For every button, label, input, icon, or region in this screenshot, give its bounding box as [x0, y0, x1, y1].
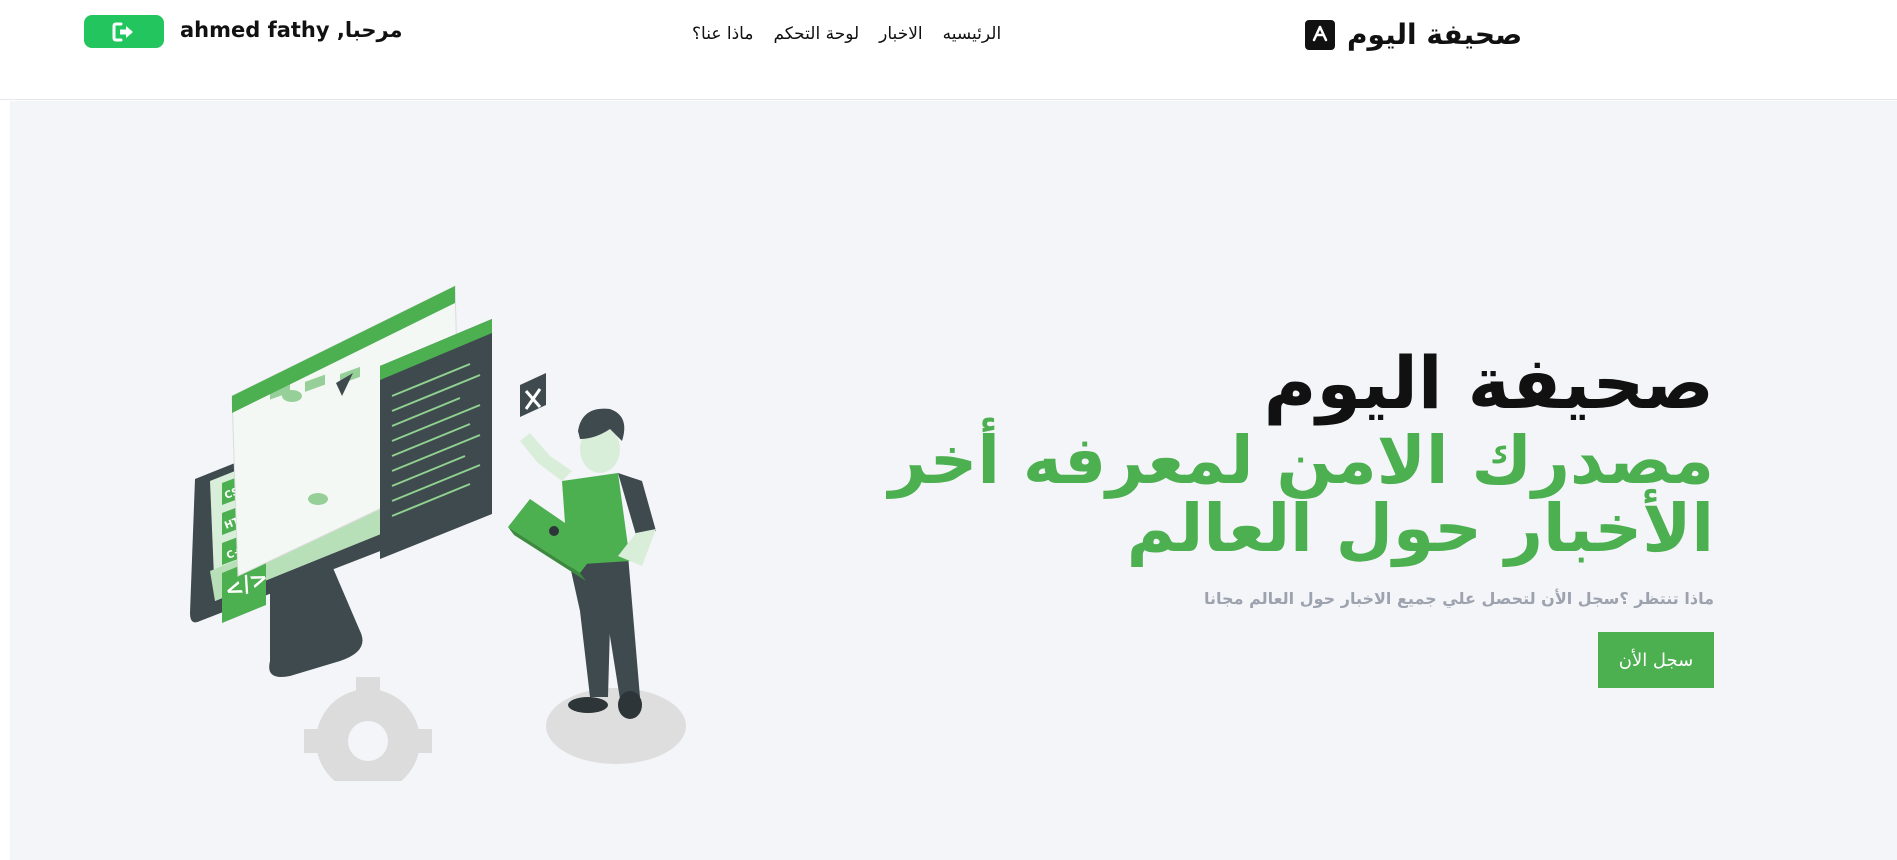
hero-subtitle: مصدرك الامن لمعرفه أخر الأخبار حول العال… [854, 427, 1714, 563]
top-navbar: صحيفة اليوم ماذا عنا؟ لوحة التحكم الاخبا… [0, 0, 1897, 100]
register-now-button[interactable]: سجل الأن [1598, 632, 1714, 688]
hero-subtitle-line-1: مصدرك الامن لمعرفه أخر [888, 422, 1714, 499]
hero-subtitle-line-2: الأخبار حول العالم [1126, 490, 1714, 567]
brand-name: صحيفة اليوم [1347, 18, 1523, 51]
hero-description: ماذا تنتظر ؟سجل الأن لتحصل علي جميع الاخ… [1204, 589, 1714, 608]
logout-button[interactable] [84, 15, 164, 48]
nav-item-about[interactable]: ماذا عنا؟ [692, 24, 753, 44]
hero-text: صحيفة اليوم مصدرك الامن لمعرفه أخر الأخب… [854, 339, 1714, 688]
gear-icon [304, 677, 432, 781]
hero-section: CSS HTML C++ </> [10, 101, 1897, 860]
nav-item-dashboard[interactable]: لوحة التحكم [773, 24, 859, 44]
developer-illustration: CSS HTML C++ </> [190, 285, 686, 781]
app-store-icon [1305, 19, 1335, 50]
hero-title: صحيفة اليوم [1263, 341, 1714, 425]
brand[interactable]: صحيفة اليوم [1305, 18, 1522, 51]
sign-out-icon [112, 22, 133, 41]
nav-item-news[interactable]: الاخبار [879, 24, 922, 44]
main-nav: ماذا عنا؟ لوحة التحكم الاخبار الرئيسيه [692, 24, 1001, 44]
close-icon [520, 373, 546, 417]
nav-item-home[interactable]: الرئيسيه [943, 24, 1002, 44]
user-greeting: مرحبا, ahmed fathy [180, 18, 403, 42]
